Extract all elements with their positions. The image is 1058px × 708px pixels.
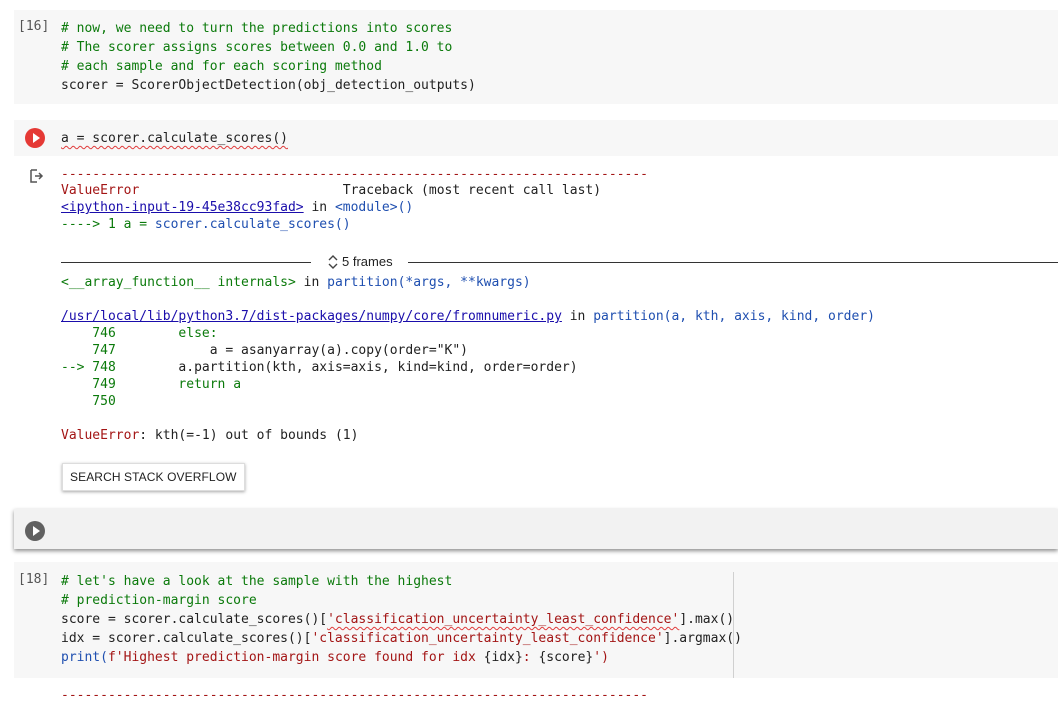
code-op: = [107,78,132,93]
traceback-arrow-line: ----> 1 a = scorer.calculate_scores() [61,215,351,234]
code-line: # The scorer assigns scores between 0.0 … [61,40,453,55]
code-line: # each sample and for each scoring metho… [61,59,382,74]
line-number: 749 [61,377,116,392]
expand-icon [328,254,338,269]
play-icon [32,526,40,536]
code-line: idx = scorer.calculate_scores()['classif… [61,629,742,648]
code-text: ].max() [679,612,735,627]
code-line: # now, we need to turn the predictions i… [61,21,453,36]
code-text: ].argmax() [663,631,742,646]
code-line: print(f'Highest prediction-margin score … [61,648,609,667]
final-error-name: ValueError [61,428,140,443]
partition-call: partition(*args, **kwargs) [327,275,531,290]
partition-signature: partition(a, kth, axis, kind, order) [593,309,875,324]
in-text: in [303,200,335,215]
code-string: 'classification_uncertainty_least_confid… [327,612,680,627]
source-line: 750 [61,392,116,411]
code-text: idx = scorer.calculate_scores()[ [61,631,312,646]
internals-prefix: <__array_function__ internals> [61,275,296,290]
in-text: in [295,275,328,290]
source-code: a.partition(kth, axis=axis, kind=kind, o… [115,360,578,375]
frames-divider-left [61,262,311,263]
code-fexpr: {score} [538,650,594,665]
code-string: 'classification_uncertainty_least_confid… [311,631,664,646]
run-cell-button[interactable] [25,521,45,541]
arrow-prefix: ----> 1 a = [61,217,155,232]
code-fexpr: {idx} [483,650,523,665]
run-cell-button[interactable] [25,128,45,148]
cell-prompt-16: [16] [18,19,50,34]
module-name: <module>() [334,200,414,215]
arrow-call: scorer.calculate_scores() [154,217,351,232]
line-number: 747 [61,343,116,358]
empty-code-cell[interactable] [14,509,1058,549]
frames-divider-right [408,262,1058,263]
frames-toggle[interactable]: 5 frames [328,254,393,269]
in-text: in [561,309,594,324]
line-number: 746 [61,326,116,341]
frames-label: 5 frames [342,254,393,269]
code-fstring: f'Highest prediction-margin score found … [107,650,484,665]
play-icon [32,133,40,143]
code-line: score = scorer.calculate_scores()['class… [61,610,734,629]
code-var: scorer [61,78,108,93]
code-line: a = scorer.calculate_scores() [61,131,288,146]
code-builtin: print( [61,650,108,665]
final-error: ValueError: kth(=-1) out of bounds (1) [61,426,358,445]
line-number: --> 748 [61,360,116,375]
internals-line: <__array_function__ internals> in partit… [61,273,531,292]
code-text: score = scorer.calculate_scores()[ [61,612,328,627]
code-line: # prediction-margin score [61,593,257,608]
source-code: return a [115,377,242,392]
output-icon[interactable] [28,168,44,184]
error-name: ValueError [61,183,140,198]
numpy-path-link[interactable]: /usr/local/lib/python3.7/dist-packages/n… [61,309,562,324]
code-line: scorer = ScorerObjectDetection(obj_detec… [61,76,476,95]
cell-prompt-18: [18] [18,572,50,587]
code-fstring: ') [593,650,609,665]
ipython-input-link[interactable]: <ipython-input-19-45e38cc93fad> [61,200,304,215]
source-code: else: [115,326,218,341]
code-fstring: : [522,650,539,665]
code-call: ScorerObjectDetection(obj_detection_outp… [131,78,476,93]
search-stack-overflow-button[interactable]: SEARCH STACK OVERFLOW [62,463,245,491]
line-number: 750 [61,394,116,409]
code-line: # let's have a look at the sample with t… [61,574,453,589]
traceback-header: Traceback (most recent call last) [139,183,602,198]
error-dashes: ----------------------------------------… [61,688,648,703]
final-error-message: : kth(=-1) out of bounds (1) [139,428,359,443]
source-code: a = asanyarray(a).copy(order="K") [115,343,468,358]
